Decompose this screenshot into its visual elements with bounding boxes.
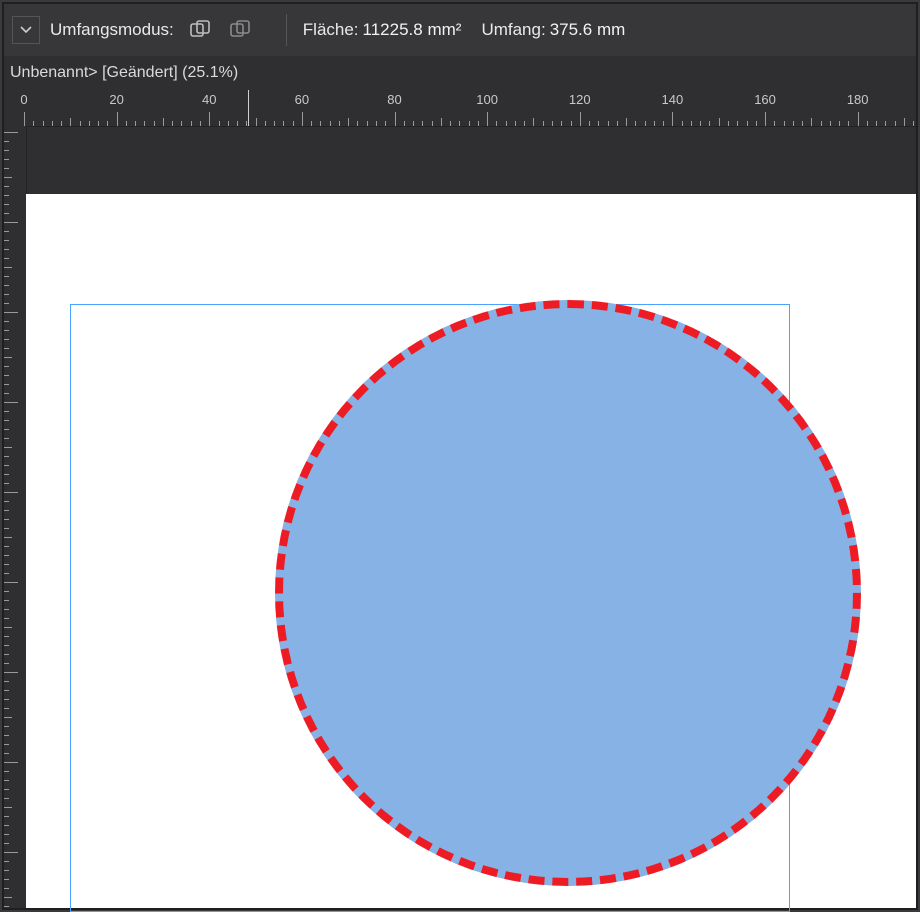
perimeter-mode-icons	[184, 14, 256, 46]
overlap-squares-alt-icon	[229, 20, 251, 40]
ruler-label: 80	[387, 92, 401, 107]
vertical-ruler[interactable]	[4, 126, 27, 908]
pasteboard-top	[4, 126, 916, 195]
ruler-label: 100	[476, 92, 498, 107]
perimeter-mode-label: Umfangsmodus:	[50, 20, 174, 40]
perimeter-value: 375.6 mm	[550, 20, 626, 40]
toolbar-separator	[286, 14, 287, 46]
document-tab-title: Unbenannt> [Geändert] (25.1%)	[10, 64, 238, 82]
canvas[interactable]	[26, 194, 916, 908]
tool-dropdown[interactable]	[12, 16, 40, 44]
mode-union-button[interactable]	[184, 14, 216, 46]
ruler-label: 180	[847, 92, 869, 107]
ruler-label: 40	[202, 92, 216, 107]
ruler-label: 0	[20, 92, 27, 107]
area-label: Fläche:	[303, 20, 359, 40]
ellipse-shape[interactable]	[275, 300, 861, 886]
horizontal-ruler[interactable]: 0 20 40 60 80 100 120 140 160 180	[4, 90, 916, 126]
ruler-label: 140	[662, 92, 684, 107]
ruler-label: 160	[754, 92, 776, 107]
ruler-label: 60	[295, 92, 309, 107]
ruler-label: 120	[569, 92, 591, 107]
perimeter-label: Umfang:	[481, 20, 545, 40]
ruler-cursor-marker	[248, 90, 249, 126]
chevron-down-icon	[20, 26, 32, 34]
area-value: 11225.8 mm²	[363, 20, 462, 40]
options-bar: Umfangsmodus: Fläche: 11225.8 mm² Umfang…	[4, 4, 916, 57]
document-tab-bar[interactable]: Unbenannt> [Geändert] (25.1%)	[4, 56, 916, 90]
mode-subtract-button[interactable]	[224, 14, 256, 46]
overlap-squares-icon	[189, 20, 211, 40]
ruler-label: 20	[109, 92, 123, 107]
